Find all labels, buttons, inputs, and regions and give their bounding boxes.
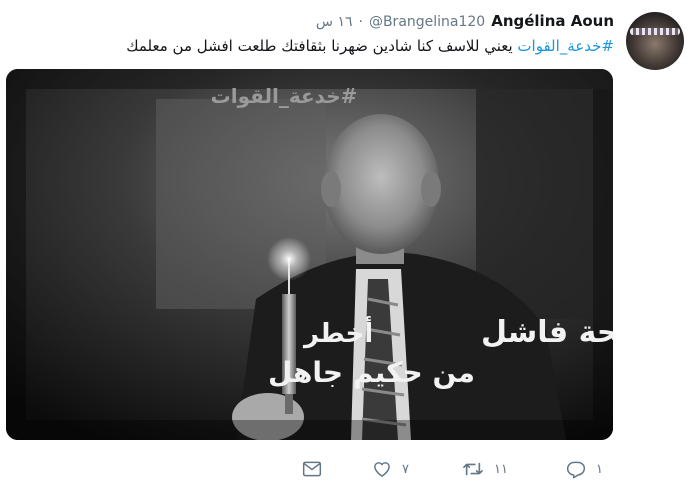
reply-count: ١ <box>596 461 603 477</box>
author-name[interactable]: Angélina Aoun <box>491 12 614 30</box>
tweet-body: يعني للاسف كنا شادين ضهرنا بثقافتك طلعت … <box>126 37 518 55</box>
reply-action[interactable]: ١ <box>566 458 603 480</box>
retweet-icon <box>463 462 483 476</box>
tweet-text: #خدعة_القوات يعني للاسف كنا شادين ضهرنا … <box>14 36 614 56</box>
tweet-media-image[interactable]: #خدعة_القوات وزير صحة فاشل أخطر من حكيم … <box>6 69 613 440</box>
like-action[interactable]: ٧ <box>372 458 409 480</box>
retweet-count: ١١ <box>494 461 508 477</box>
tweet-timestamp[interactable]: ١٦ س <box>316 14 353 30</box>
like-count: ٧ <box>402 461 409 477</box>
media-caption-line1: وزير صحة فاشل <box>481 315 613 350</box>
hashtag-link[interactable]: #خدعة_القوات <box>517 37 614 55</box>
tweet-header: Angélina Aoun @Brangelina120 · ١٦ س <box>316 12 614 30</box>
tweet: Angélina Aoun @Brangelina120 · ١٦ س #خدع… <box>0 0 699 484</box>
header-separator: · <box>358 14 363 30</box>
avatar[interactable] <box>626 12 684 70</box>
media-hashtag-overlay: #خدعة_القوات <box>211 84 358 108</box>
media-caption-line2: أخطر <box>302 316 373 349</box>
retweet-action[interactable]: ١١ <box>462 458 508 480</box>
tweet-actions: ١ ١١ ٧ <box>300 458 620 480</box>
media-caption-line3: من حكيم جاهل <box>268 356 475 389</box>
avatar-headband <box>630 28 680 35</box>
author-handle[interactable]: @Brangelina120 <box>369 14 485 30</box>
reply-icon <box>566 461 586 479</box>
heart-icon <box>374 462 390 477</box>
mail-icon <box>302 461 322 477</box>
direct-message-action[interactable] <box>302 458 322 480</box>
media-graphic: #خدعة_القوات وزير صحة فاشل أخطر من حكيم … <box>6 69 613 440</box>
